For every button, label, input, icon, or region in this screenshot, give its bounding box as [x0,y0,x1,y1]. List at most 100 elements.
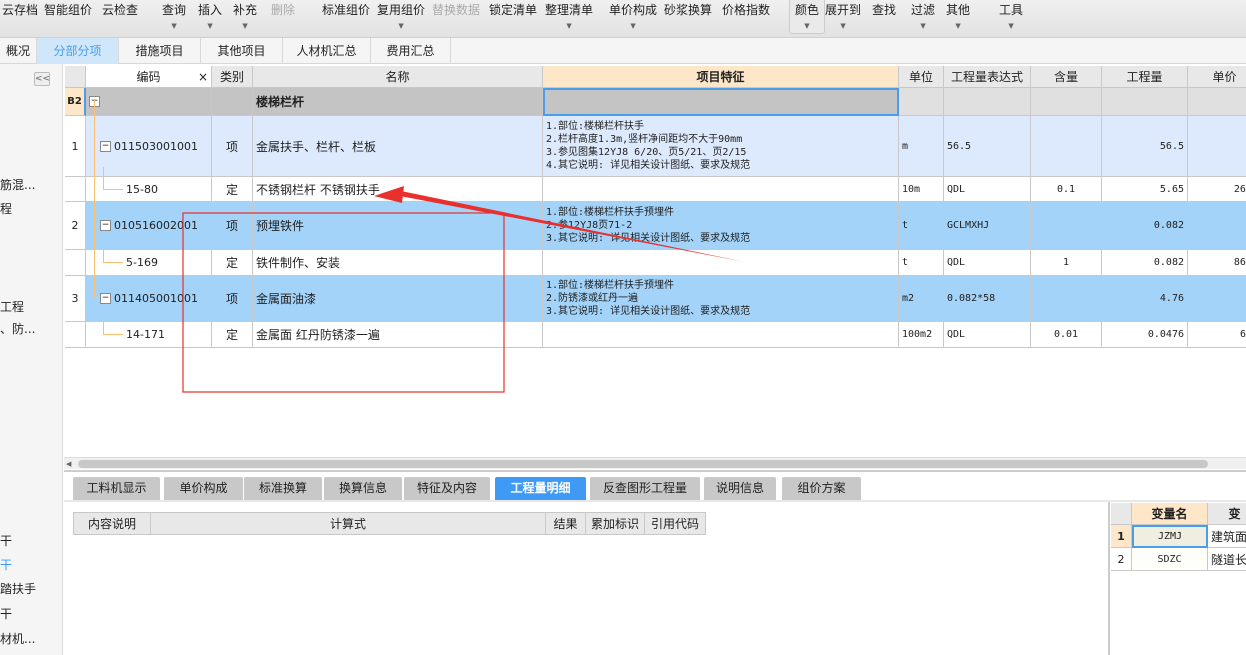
row-5-price[interactable]: 668 [1188,322,1246,348]
toolbar-button-16[interactable]: 展开到 ▼ [825,0,861,34]
bottom-tab-1[interactable]: 单价构成 [164,477,243,500]
sidebar-item[interactable]: 筋混... [0,176,35,193]
detail-header-4[interactable]: 引用代码 [645,512,706,535]
group-cell[interactable]: − [86,88,212,116]
row-5-content[interactable]: 0.01 [1031,322,1102,348]
row-1-feature[interactable] [543,177,899,202]
scrollbar-thumb[interactable] [78,460,1208,468]
tab-5[interactable]: 费用汇总 [371,38,451,64]
row-2-type[interactable]: 项 [212,202,253,250]
sidebar-item[interactable]: 干 [0,532,12,549]
bottom-tab-2[interactable]: 标准换算 [244,477,322,500]
row-0-expr[interactable]: 56.5 [944,116,1031,177]
row-2-content[interactable] [1031,202,1102,250]
scroll-left-icon[interactable]: ◀ [66,460,71,468]
column-header-2[interactable]: 名称 [253,66,543,88]
row-1-price[interactable]: 2686 [1188,177,1246,202]
row-3-price[interactable]: 8668 [1188,250,1246,276]
column-header-4[interactable]: 单位 [899,66,944,88]
detail-header-2[interactable]: 结果 [546,512,586,535]
toolbar-button-18[interactable]: 过滤 ▼ [911,0,935,34]
row-5-feature[interactable] [543,322,899,348]
variable-description[interactable]: 隧道长 [1208,548,1246,571]
column-header-8[interactable]: 单价 [1188,66,1246,88]
row-5-type[interactable]: 定 [212,322,253,348]
row-1-unit[interactable]: 10m [899,177,944,202]
column-header-0[interactable]: 编码 × [86,66,212,88]
row-4-qty[interactable]: 4.76 [1102,276,1188,322]
row-3-name[interactable]: 铁件制作、安装 [253,250,543,276]
toolbar-button-11[interactable]: 整理清单 ▼ [545,0,593,34]
sidebar-item[interactable]: 踏扶手 [0,580,36,597]
toolbar-button-10[interactable]: 锁定清单 [489,0,537,34]
row-4-type[interactable]: 项 [212,276,253,322]
toolbar-button-8[interactable]: 复用组价 ▼ [377,0,425,34]
variable-name[interactable]: SDZC [1132,548,1208,571]
row-3-qty[interactable]: 0.082 [1102,250,1188,276]
row-2-unit[interactable]: t [899,202,944,250]
variable-name[interactable]: JZMJ [1132,525,1208,548]
toolbar-button-19[interactable]: 其他 ▼ [946,0,970,34]
column-header-1[interactable]: 类别 [212,66,253,88]
clear-icon[interactable]: × [198,70,208,84]
bottom-tab-8[interactable]: 组价方案 [782,477,861,500]
row-1-content[interactable]: 0.1 [1031,177,1102,202]
row-1-type[interactable]: 定 [212,177,253,202]
sidebar-item[interactable]: 干 [0,556,12,573]
row-2-expr[interactable]: GCLMXHJ [944,202,1031,250]
toolbar-button-17[interactable]: 查找 [872,0,896,34]
bottom-tab-3[interactable]: 换算信息 [324,477,402,500]
bottom-tab-4[interactable]: 特征及内容 [404,477,490,500]
row-5-qty[interactable]: 0.0476 [1102,322,1188,348]
column-header-7[interactable]: 工程量 [1102,66,1188,88]
row-5-expr[interactable]: QDL [944,322,1031,348]
row-3-feature[interactable] [543,250,899,276]
row-4-name[interactable]: 金属面油漆 [253,276,543,322]
bottom-tab-0[interactable]: 工料机显示 [73,477,160,500]
bottom-tab-6[interactable]: 反查图形工程量 [590,477,700,500]
column-header-3[interactable]: 项目特征 [543,66,899,88]
tab-0[interactable]: 概况 [0,38,37,64]
row-0-qty[interactable]: 56.5 [1102,116,1188,177]
row-4-unit[interactable]: m2 [899,276,944,322]
detail-header-1[interactable]: 计算式 [151,512,546,535]
row-1-expr[interactable]: QDL [944,177,1031,202]
toolbar-button-15[interactable]: 颜色 ▼ [789,0,825,34]
tab-3[interactable]: 其他项目 [201,38,283,64]
row-3-unit[interactable]: t [899,250,944,276]
row-3-type[interactable]: 定 [212,250,253,276]
tab-4[interactable]: 人材机汇总 [283,38,371,64]
row-0-unit[interactable]: m [899,116,944,177]
row-3-content[interactable]: 1 [1031,250,1102,276]
row-2-name[interactable]: 预埋铁件 [253,202,543,250]
row-0-feature[interactable]: 1.部位:楼梯栏杆扶手 2.栏杆高度1.3m,竖杆净间距均不大于90mm 3.参… [543,116,899,177]
toolbar-button-0[interactable]: 云存档 [2,0,38,34]
row-5-name[interactable]: 金属面 红丹防锈漆一遍 [253,322,543,348]
toolbar-button-13[interactable]: 砂浆换算 [664,0,712,34]
collapse-sidebar-button[interactable]: << [34,72,50,86]
row-4-content[interactable] [1031,276,1102,322]
bottom-tab-5[interactable]: 工程量明细 [495,477,586,500]
row-0-price[interactable] [1188,116,1246,177]
column-header-5[interactable]: 工程量表达式 [944,66,1031,88]
row-1-name[interactable]: 不锈钢栏杆 不锈钢扶手 [253,177,543,202]
bottom-tab-7[interactable]: 说明信息 [704,477,776,500]
variables-header-1[interactable]: 变 [1208,503,1246,525]
row-2-price[interactable] [1188,202,1246,250]
row-5-unit[interactable]: 100m2 [899,322,944,348]
horizontal-scrollbar[interactable]: ◀ [64,457,1246,469]
row-3-expr[interactable]: QDL [944,250,1031,276]
group-cell[interactable]: 楼梯栏杆 [253,88,543,116]
row-2-qty[interactable]: 0.082 [1102,202,1188,250]
row-1-qty[interactable]: 5.65 [1102,177,1188,202]
toolbar-button-12[interactable]: 单价构成 ▼ [609,0,657,34]
toolbar-button-4[interactable]: 插入 ▼ [198,0,222,34]
sidebar-item[interactable]: 、防... [0,320,35,337]
row-0-name[interactable]: 金属扶手、栏杆、栏板 [253,116,543,177]
row-0-content[interactable] [1031,116,1102,177]
row-4-feature[interactable]: 1.部位:楼梯栏杆扶手预埋件 2.防锈漆或红丹一遍 3.其它说明: 详见相关设计… [543,276,899,322]
sidebar-item[interactable]: 干 [0,605,12,622]
toolbar-button-9[interactable]: 替换数据 [432,0,480,34]
row-2-feature[interactable]: 1.部位:楼梯栏杆扶手预埋件 2.参12YJ8页71-2 3.其它说明: 详见相… [543,202,899,250]
sidebar-item[interactable]: 工程 [0,298,24,315]
